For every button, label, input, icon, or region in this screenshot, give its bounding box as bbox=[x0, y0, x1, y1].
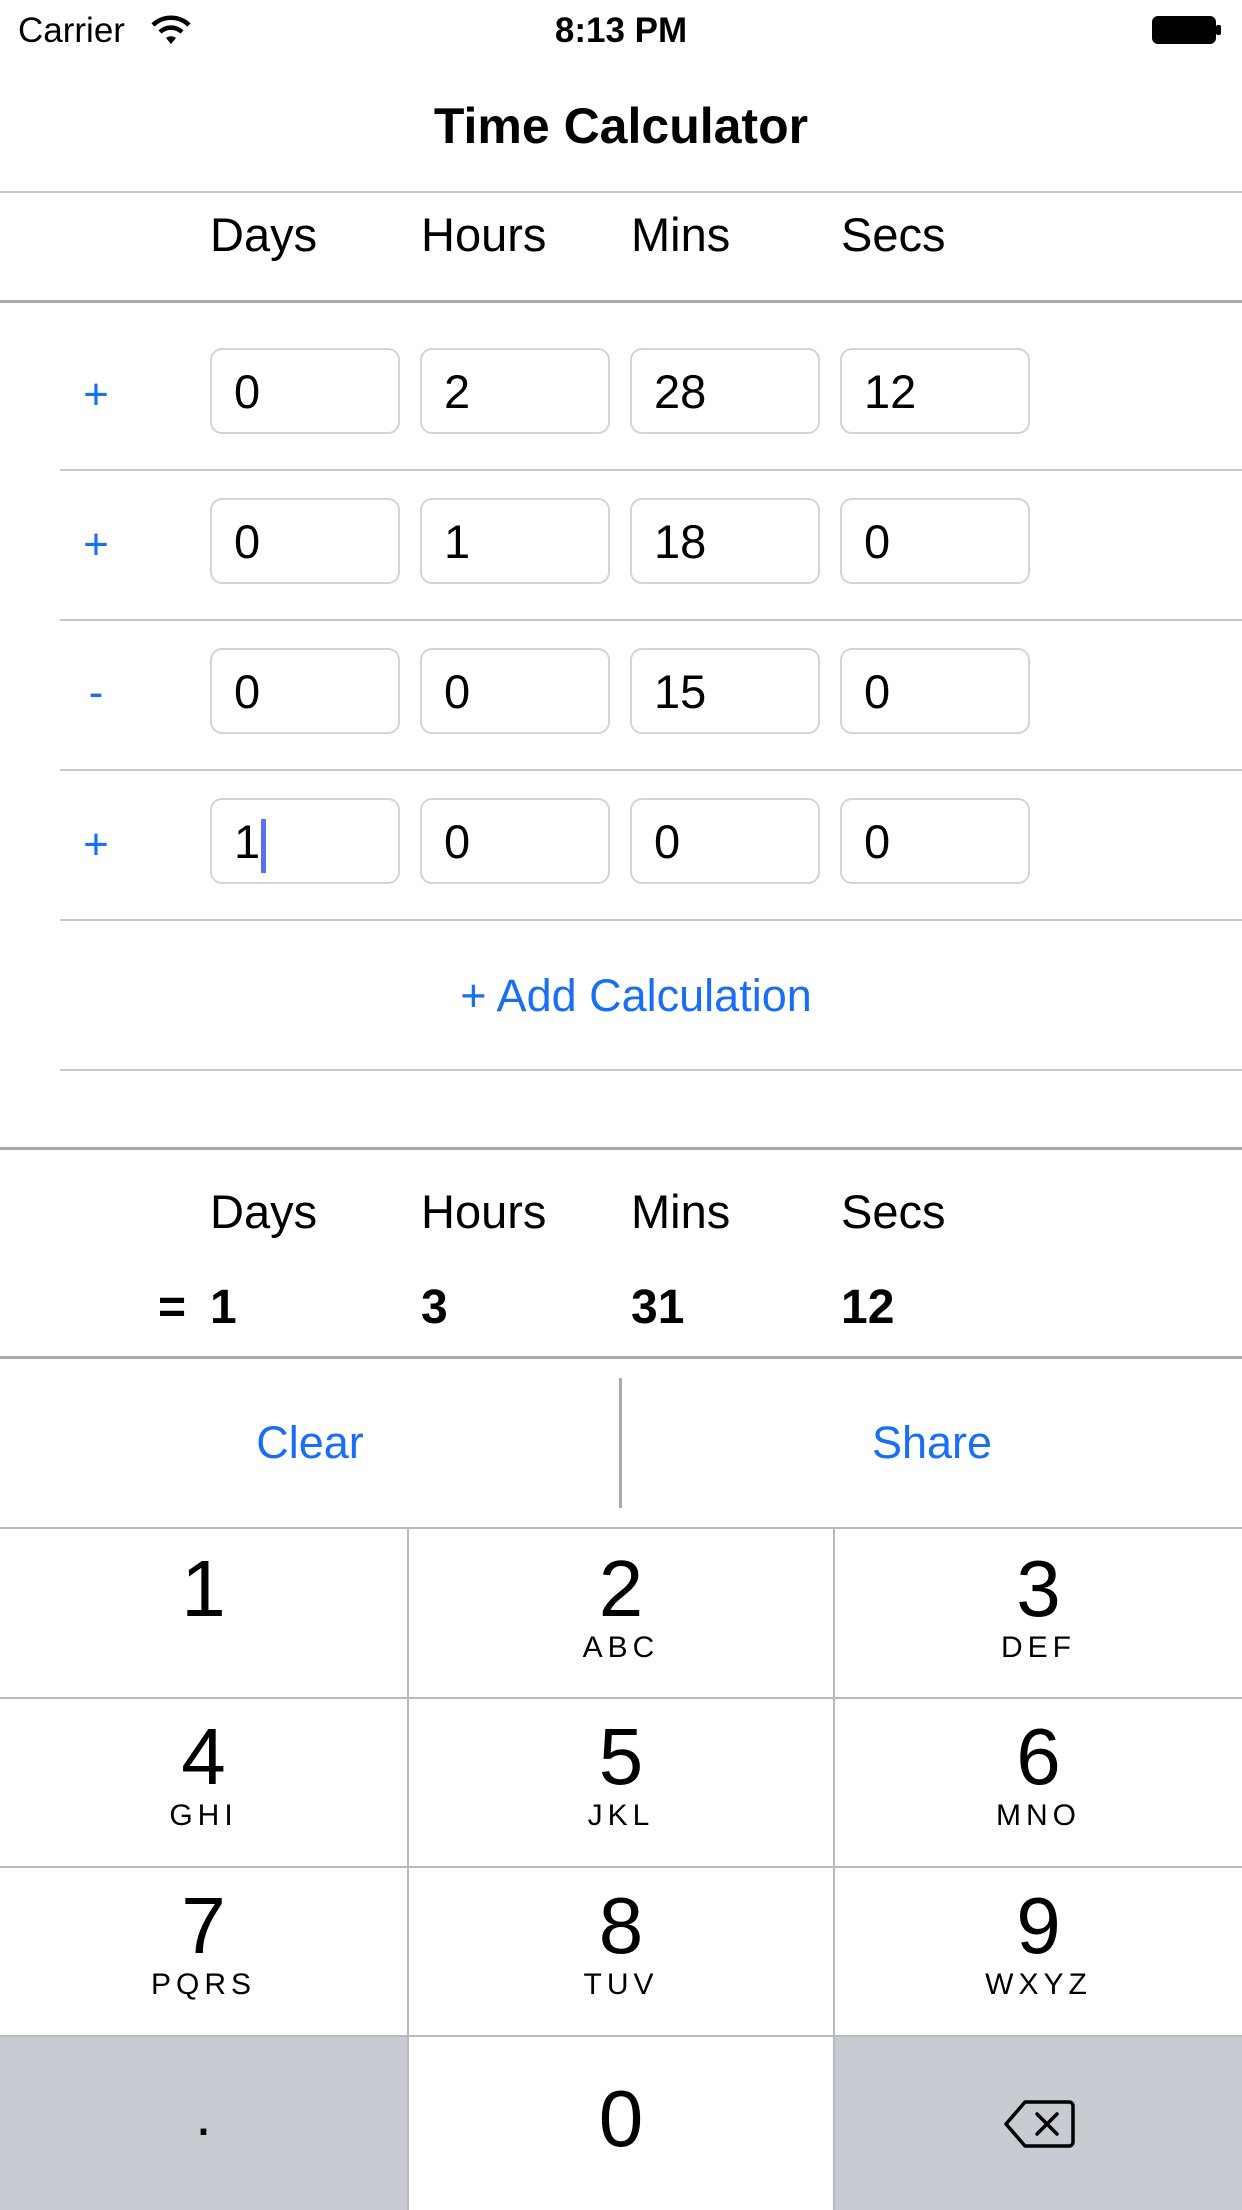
row-divider bbox=[60, 769, 1242, 771]
result-mins-value: 31 bbox=[631, 1281, 685, 1334]
key-6-number: 6 bbox=[1016, 1712, 1061, 1801]
key-4-letters: GHI bbox=[169, 1799, 238, 1832]
row-3-mins-field[interactable]: 15 bbox=[630, 648, 820, 734]
key-0-number: 0 bbox=[598, 2074, 644, 2163]
row-divider bbox=[60, 619, 1242, 621]
keypad-divider bbox=[833, 1529, 835, 2210]
numeric-keypad: 1 2 ABC 3 DEF 4 GHI 5 JKL 6 MNO 7 PQRS 8… bbox=[0, 1527, 1242, 2210]
key-2-number: 2 bbox=[598, 1544, 644, 1633]
row-3-hours-field[interactable]: 0 bbox=[420, 648, 610, 734]
list-bottom-divider bbox=[60, 1069, 1242, 1071]
row-divider bbox=[60, 919, 1242, 921]
key-8-letters: TUV bbox=[583, 1968, 659, 2001]
row-4-secs-field[interactable]: 0 bbox=[840, 798, 1030, 884]
result-days-label: Days bbox=[210, 1185, 318, 1238]
keypad-divider bbox=[0, 1866, 1242, 1868]
result-bottom-divider bbox=[0, 1356, 1242, 1359]
row-3-secs-field[interactable]: 0 bbox=[840, 648, 1030, 734]
result-equals-sign: = bbox=[158, 1281, 187, 1334]
row-4-mins-field[interactable]: 0 bbox=[630, 798, 820, 884]
status-time: 8:13 PM bbox=[554, 11, 688, 50]
key-8[interactable]: 8 TUV bbox=[409, 1868, 833, 2035]
header-secs-label: Secs bbox=[841, 208, 946, 261]
row-4-sign-button[interactable]: + bbox=[66, 820, 126, 870]
keypad-divider bbox=[0, 1697, 1242, 1699]
result-hours-label: Hours bbox=[421, 1185, 547, 1238]
key-3[interactable]: 3 DEF bbox=[835, 1529, 1242, 1697]
key-1[interactable]: 1 bbox=[0, 1529, 407, 1697]
row-divider bbox=[60, 469, 1242, 471]
nav-divider bbox=[0, 191, 1242, 193]
header-divider bbox=[0, 300, 1242, 303]
row-1-days-field[interactable]: 0 bbox=[210, 348, 400, 434]
key-6-letters: MNO bbox=[996, 1799, 1081, 1832]
key-3-number: 3 bbox=[1016, 1544, 1061, 1633]
key-delete[interactable] bbox=[835, 2037, 1242, 2210]
key-8-number: 8 bbox=[598, 1881, 644, 1970]
result-secs-value: 12 bbox=[841, 1281, 895, 1334]
result-top-divider bbox=[0, 1147, 1242, 1150]
header-hours-label: Hours bbox=[421, 208, 547, 261]
key-7-letters: PQRS bbox=[150, 1968, 257, 2001]
text-caret bbox=[261, 818, 267, 873]
row-1-hours-field[interactable]: 2 bbox=[420, 348, 610, 434]
result-mins-label: Mins bbox=[631, 1185, 731, 1238]
key-3-letters: DEF bbox=[1001, 1631, 1076, 1664]
row-2-mins-field[interactable]: 18 bbox=[630, 498, 820, 584]
header-days-label: Days bbox=[210, 208, 318, 261]
key-7[interactable]: 7 PQRS bbox=[0, 1868, 407, 2035]
row-1-secs-field[interactable]: 12 bbox=[840, 348, 1030, 434]
result-hours-value: 3 bbox=[421, 1281, 448, 1334]
key-9-number: 9 bbox=[1016, 1881, 1061, 1970]
row-2-hours-field[interactable]: 1 bbox=[420, 498, 610, 584]
key-decimal-symbol: . bbox=[195, 2081, 212, 2148]
row-2-secs-field[interactable]: 0 bbox=[840, 498, 1030, 584]
share-button[interactable]: Share bbox=[622, 1415, 1242, 1471]
clear-button[interactable]: Clear bbox=[0, 1415, 620, 1471]
key-6[interactable]: 6 MNO bbox=[835, 1699, 1242, 1866]
key-2-letters: ABC bbox=[582, 1631, 660, 1664]
key-9-letters: WXYZ bbox=[985, 1968, 1092, 2001]
key-0[interactable]: 0 bbox=[409, 2037, 833, 2210]
key-decimal[interactable]: . bbox=[0, 2037, 407, 2210]
row-2-days-field[interactable]: 0 bbox=[210, 498, 400, 584]
row-3-days-field[interactable]: 0 bbox=[210, 648, 400, 734]
row-3-sign-button[interactable]: - bbox=[66, 668, 126, 718]
key-2[interactable]: 2 ABC bbox=[409, 1529, 833, 1697]
keypad-divider bbox=[0, 2035, 1242, 2037]
row-1-mins-field[interactable]: 28 bbox=[630, 348, 820, 434]
keypad-divider bbox=[407, 1529, 409, 2210]
row-4-days-field[interactable]: 1 bbox=[210, 798, 400, 884]
row-1-sign-button[interactable]: + bbox=[66, 370, 126, 420]
key-7-number: 7 bbox=[181, 1881, 226, 1970]
key-5-letters: JKL bbox=[587, 1799, 655, 1832]
result-days-value: 1 bbox=[210, 1281, 237, 1334]
key-5[interactable]: 5 JKL bbox=[409, 1699, 833, 1866]
add-calculation-button[interactable]: + Add Calculation bbox=[0, 968, 1242, 1024]
battery-icon bbox=[1152, 16, 1221, 44]
key-5-number: 5 bbox=[598, 1712, 644, 1801]
key-9[interactable]: 9 WXYZ bbox=[835, 1868, 1242, 2035]
row-4-days-value: 1 bbox=[234, 815, 261, 868]
key-1-number: 1 bbox=[181, 1544, 226, 1633]
key-4-number: 4 bbox=[181, 1712, 226, 1801]
row-2-sign-button[interactable]: + bbox=[66, 520, 126, 570]
header-mins-label: Mins bbox=[631, 208, 731, 261]
result-secs-label: Secs bbox=[841, 1185, 946, 1238]
page-title: Time Calculator bbox=[433, 98, 809, 154]
row-4-hours-field[interactable]: 0 bbox=[420, 798, 610, 884]
backspace-icon bbox=[1004, 2100, 1075, 2148]
key-4[interactable]: 4 GHI bbox=[0, 1699, 407, 1866]
